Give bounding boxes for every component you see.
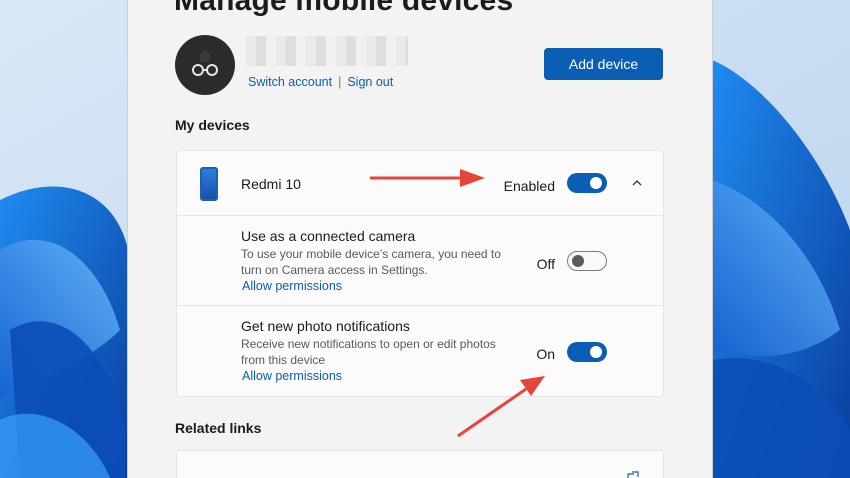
page-title: Manage mobile devices [174,0,514,17]
add-device-button[interactable]: Add device [544,48,663,80]
related-links-heading: Related links [175,420,262,436]
photo-allow-permissions-link[interactable]: Allow permissions [242,369,342,383]
toggle-knob [590,346,602,358]
photo-desc-line-2: from this device [241,353,326,367]
related-links-card[interactable] [176,450,664,478]
external-link-icon [627,471,639,478]
sign-out-link[interactable]: Sign out [347,75,393,89]
phone-icon [200,167,218,201]
device-row[interactable]: Redmi 10 Enabled [177,151,663,216]
device-enabled-toggle[interactable] [567,173,607,193]
manage-devices-dialog: Manage mobile devices Switch account | Sig… [127,0,713,478]
photo-notifications-toggle[interactable] [567,342,607,362]
photo-desc-line-1: Receive new notifications to open or edi… [241,337,496,351]
camera-option-description: To use your mobile device’s camera, you … [241,246,511,278]
camera-option-title: Use as a connected camera [241,228,416,244]
my-devices-heading: My devices [175,117,250,133]
account-links: Switch account | Sign out [248,75,393,89]
toggle-knob [590,177,602,189]
photo-notifications-row: Get new photo notifications Receive new … [177,306,663,396]
chevron-up-icon[interactable] [630,176,644,190]
avatar [175,35,235,95]
link-separator: | [338,75,342,89]
photo-state-label: On [536,346,555,362]
camera-state-label: Off [536,256,555,272]
device-name: Redmi 10 [241,176,301,192]
camera-toggle[interactable] [567,251,607,271]
photo-option-title: Get new photo notifications [241,318,410,334]
device-state-label: Enabled [503,178,555,194]
switch-account-link[interactable]: Switch account [248,75,332,89]
toggle-knob [572,255,584,267]
device-card: Redmi 10 Enabled Use as a connected came… [176,150,664,397]
account-name-redacted [246,36,408,66]
camera-option-row: Use as a connected camera To use your mo… [177,216,663,306]
avatar-glasses-icon [192,50,218,76]
camera-allow-permissions-link[interactable]: Allow permissions [242,279,342,293]
camera-desc-line-2: turn on Camera access in Settings. [241,263,428,277]
photo-option-description: Receive new notifications to open or edi… [241,336,511,368]
camera-desc-line-1: To use your mobile device’s camera, you … [241,247,501,261]
